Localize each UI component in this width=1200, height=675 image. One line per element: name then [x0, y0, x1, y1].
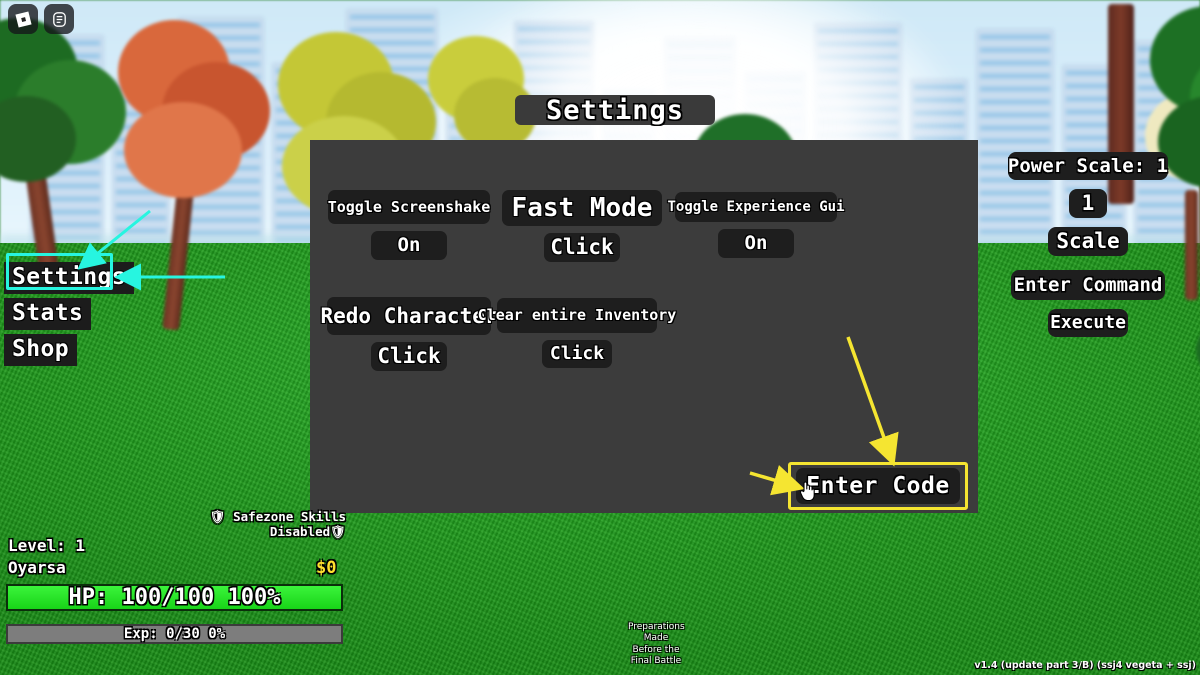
- execute-button[interactable]: Execute: [1048, 309, 1128, 337]
- setting-clear-entire-inventory: Clear entire Inventory Click: [478, 298, 676, 368]
- settings-title-bar: Settings: [515, 95, 715, 125]
- scale-button[interactable]: Scale: [1048, 227, 1128, 256]
- toggle-experience-gui-button[interactable]: On: [718, 229, 794, 258]
- version-watermark: v1.4 (update part 3/B) (ssj4 vegeta + ss…: [974, 660, 1196, 671]
- clear-entire-inventory-label: Clear entire Inventory: [478, 298, 676, 333]
- sidebar-item-settings[interactable]: Settings: [4, 262, 134, 294]
- right-panel: Power Scale: 1 1 Scale Enter Command Exe…: [988, 152, 1188, 346]
- hp-bar: HP: 100/100 100%: [6, 584, 343, 611]
- safezone-notice: 🛡 Safezone Skills Disabled🛡: [196, 509, 346, 540]
- redo-character-button[interactable]: Click: [371, 342, 447, 371]
- hp-bar-label: HP: 100/100 100%: [68, 584, 281, 610]
- money-amount: $0: [316, 558, 337, 578]
- roblox-topbar-icons: [8, 4, 74, 34]
- fast-mode-button[interactable]: Click: [544, 233, 620, 262]
- toggle-experience-gui-label: Toggle Experience Gui: [668, 192, 845, 222]
- toggle-screenshake-label: Toggle Screenshake: [328, 190, 490, 224]
- setting-toggle-screenshake: Toggle Screenshake On: [328, 190, 490, 260]
- safezone-line-2: Disabled🛡: [269, 523, 346, 539]
- safezone-line-1: 🛡 Safezone Skills: [209, 509, 346, 524]
- level-text: Level: 1: [8, 536, 86, 555]
- page-title: Settings: [545, 94, 685, 126]
- chat-menu-icon[interactable]: [44, 4, 74, 34]
- player-name: Oyarsa: [8, 558, 66, 577]
- setting-fast-mode: Fast Mode Click: [502, 190, 662, 262]
- exp-bar-label: Exp: 0/30 0%: [123, 626, 226, 642]
- objective-text: Preparations Made Before the Final Battl…: [628, 622, 685, 666]
- mouse-cursor-hand: [799, 481, 815, 502]
- exp-bar: Exp: 0/30 0%: [6, 624, 343, 644]
- left-menu: Settings Stats Shop: [4, 253, 134, 370]
- enter-code-button[interactable]: Enter Code: [796, 468, 960, 504]
- power-scale-label: Power Scale: 1: [1008, 152, 1168, 180]
- setting-toggle-experience-gui: Toggle Experience Gui On: [668, 192, 845, 258]
- toggle-screenshake-button[interactable]: On: [371, 231, 447, 260]
- sidebar-item-shop[interactable]: Shop: [4, 334, 77, 366]
- enter-command-input[interactable]: Enter Command: [1011, 270, 1165, 300]
- sidebar-item-stats[interactable]: Stats: [4, 298, 92, 330]
- power-scale-input[interactable]: 1: [1069, 189, 1107, 218]
- clear-entire-inventory-button[interactable]: Click: [542, 340, 612, 368]
- roblox-logo-icon[interactable]: [8, 4, 38, 34]
- setting-redo-character: Redo Character Click: [321, 297, 498, 371]
- redo-character-label: Redo Character: [321, 297, 498, 335]
- fast-mode-label: Fast Mode: [502, 190, 662, 226]
